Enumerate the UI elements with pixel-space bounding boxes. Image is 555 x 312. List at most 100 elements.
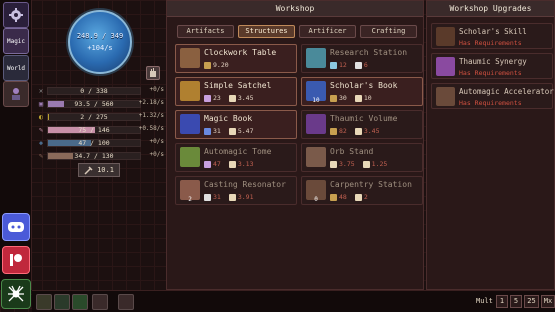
tab-crafting[interactable]: Crafting [360, 25, 417, 38]
magic-tab-button[interactable]: Magic [3, 28, 29, 54]
cost-value: 9.20 [213, 61, 229, 69]
cost-item: 10 [354, 94, 372, 102]
quick-slot-2[interactable] [54, 294, 70, 310]
wood-bar: 34.7 / 130 [47, 152, 141, 160]
mult-5-button[interactable]: 5 [510, 295, 522, 308]
resource-row-gold: ✕ 0 / 338 +0/s [36, 86, 164, 96]
structure-card-automagic-tome[interactable]: Automagic Tome 47 3.13 [175, 143, 297, 172]
structure-costs: 31 3.91 [204, 193, 253, 201]
structure-icon [306, 48, 326, 68]
structure-card-scholar-s-book[interactable]: 10 Scholar's Book 30 10 [301, 77, 423, 106]
tab-artifacts[interactable]: Artifacts [177, 25, 234, 38]
upgrade-card-scholar-s-skill[interactable]: Scholar's Skill Has Requirements [431, 23, 553, 49]
gem-icon [204, 160, 211, 168]
discord-button[interactable] [2, 213, 30, 241]
structure-card-thaumic-volume[interactable]: Thaumic Volume 82 3.45 [301, 110, 423, 139]
hand-icon [150, 68, 156, 77]
research-bar: 93.5 / 560 [47, 100, 141, 108]
runes-rate: +0.58/s [138, 125, 164, 132]
settings-button[interactable] [3, 2, 29, 28]
gear-icon [9, 8, 23, 22]
water-amount: 47 / 100 [78, 139, 110, 147]
left-rail: Magic World [0, 0, 32, 309]
structure-card-orb-stand[interactable]: Orb Stand 3.75 1.25 [301, 143, 423, 172]
quick-slot-5[interactable] [118, 294, 134, 310]
upgrades-title: Workshop Upgrades [427, 1, 554, 17]
cost-item: 3.75 [330, 160, 355, 168]
research-icon: ▣ [38, 100, 44, 108]
structure-count: 2 [188, 196, 192, 203]
patreon-icon [10, 254, 22, 266]
cost-item: 3.91 [228, 193, 253, 201]
mana-orb: 248.9 / 349 +104/s [68, 10, 132, 74]
structure-card-research-station[interactable]: Research Station 12 6 [301, 44, 423, 73]
cost-item: 47 [204, 160, 221, 168]
tab-structures[interactable]: Structures [238, 25, 295, 38]
multiplier-display[interactable]: 10.1 [78, 163, 120, 177]
wand-icon [330, 127, 337, 135]
structure-costs: 9.20 [204, 61, 229, 69]
wood-amount: 34.7 / 130 [74, 152, 114, 160]
cross-icon [354, 61, 362, 69]
water-rate: +0/s [149, 138, 164, 145]
structure-card-casting-resonator[interactable]: 2 Casting Resonator 31 3.91 [175, 176, 297, 205]
structure-costs: 30 10 [330, 94, 372, 102]
world-tab-button[interactable]: World [3, 55, 29, 81]
structure-card-magic-book[interactable]: Magic Book 31 5.47 [175, 110, 297, 139]
cost-item: 23 [204, 94, 221, 102]
upgrade-icon [436, 27, 455, 46]
world-tab-label: World [6, 64, 26, 72]
book-icon [204, 127, 211, 135]
upgrade-icon [436, 57, 455, 76]
lore-bar: 2 / 275 [47, 113, 141, 121]
scroll-icon [354, 193, 362, 201]
gold-bar: 0 / 338 [47, 87, 141, 95]
resource-row-runes: ✎ 75 / 146 +0.58/s [36, 125, 164, 135]
cost-value: 1.25 [371, 160, 388, 168]
mult-max-button[interactable]: Mx [541, 295, 555, 308]
structure-card-simple-satchel[interactable]: Simple Satchel 23 3.45 [175, 77, 297, 106]
structure-card-clockwork-table[interactable]: Clockwork Table 9.20 [175, 44, 297, 73]
upgrade-name: Scholar's Skill [459, 27, 527, 36]
scroll-icon [228, 193, 236, 201]
research-rate: +2.18/s [138, 99, 164, 106]
scroll-icon [354, 127, 362, 135]
wand-icon [330, 94, 337, 102]
upgrade-card-thaumic-synergy[interactable]: Thaumic Synergy Has Requirements [431, 53, 553, 79]
cost-value: 23 [213, 94, 221, 102]
runes-icon: ✎ [38, 126, 44, 134]
mult-25-button[interactable]: 25 [524, 295, 539, 308]
structure-costs: 48 2 [330, 193, 368, 201]
cost-item: 3.45 [228, 94, 253, 102]
structure-name: Automagic Tome [204, 147, 272, 156]
structure-costs: 82 3.45 [330, 127, 379, 135]
cost-value: 3.13 [237, 160, 254, 168]
structure-costs: 3.75 1.25 [330, 160, 387, 168]
structure-costs: 23 3.45 [204, 94, 253, 102]
spider-button[interactable] [1, 279, 31, 309]
cost-value: 3.75 [339, 160, 355, 168]
cost-item: 48 [330, 193, 347, 201]
upgrade-name: Thaumic Synergy [459, 57, 527, 66]
orb-action-button[interactable] [146, 66, 160, 80]
quick-slot-4[interactable] [92, 294, 108, 310]
structure-name: Simple Satchel [204, 81, 272, 90]
upgrades-panel: Workshop Upgrades Scholar's Skill Has Req… [426, 0, 555, 290]
upgrade-card-automagic-accelerator[interactable]: Automagic Accelerator Has Requirements [431, 83, 554, 109]
structure-icon [180, 114, 200, 134]
cost-value: 82 [339, 127, 347, 135]
tab-artificer[interactable]: Artificer [299, 25, 356, 38]
quick-slot-1[interactable] [36, 294, 52, 310]
mult-1-button[interactable]: 1 [496, 295, 508, 308]
wand-icon [204, 61, 211, 69]
structure-card-carpentry-station[interactable]: 0 Carpentry Station 48 2 [301, 176, 423, 205]
upgrade-requirement: Has Requirements [459, 99, 522, 107]
cost-value: 48 [339, 193, 347, 201]
quick-slot-3[interactable] [72, 294, 88, 310]
cost-item: 1.25 [362, 160, 388, 168]
discord-icon [8, 222, 24, 232]
upgrade-requirement: Has Requirements [459, 39, 522, 47]
character-tab-button[interactable] [3, 81, 29, 107]
water-bar: 47 / 100 [47, 139, 141, 147]
patreon-button[interactable] [2, 246, 30, 274]
